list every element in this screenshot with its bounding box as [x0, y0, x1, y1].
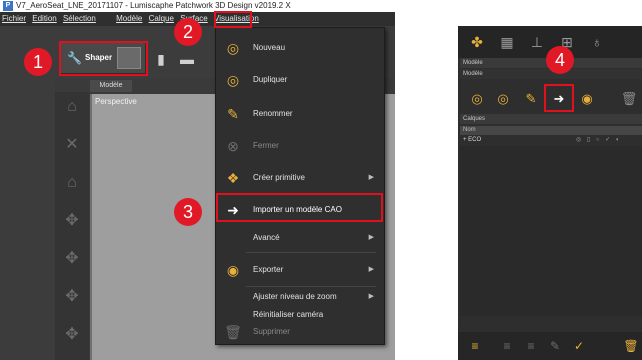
menu-modele[interactable]: Modèle: [114, 12, 144, 26]
menu-item-label: Exporter: [253, 265, 284, 274]
menu-calque[interactable]: Calque: [147, 12, 176, 26]
layer-flags: ◎ ▯ ○ ✓ ◐: [576, 137, 622, 143]
menu-fichier[interactable]: Fichier: [0, 12, 28, 26]
left-margin-panel: [0, 78, 55, 360]
submenu-arrow-icon: ▶: [368, 266, 374, 273]
modele-dropdown-menu: ◎ Nouveau ◎ Dupliquer ✎ Renommer ⊗ Ferme…: [215, 27, 385, 345]
layers-column-header[interactable]: Nom: [460, 126, 642, 135]
menu-item-exporter[interactable]: ◉ Exporter ▶: [216, 256, 384, 284]
menu-item-renommer[interactable]: ✎ Renommer: [216, 100, 384, 128]
layers-list: [460, 146, 642, 316]
layers-section-label: Calques: [460, 114, 642, 124]
menu-item-label: Dupliquer: [253, 75, 288, 84]
menu-separator: [246, 252, 376, 253]
shaper-mode-toggle[interactable]: [117, 47, 141, 69]
new-model-icon: ◎: [226, 40, 240, 56]
tool-icon-6[interactable]: ✥: [61, 286, 83, 308]
wrench-icon: 🔧: [67, 51, 82, 65]
tool-icon-2[interactable]: ✕: [61, 134, 83, 156]
step-badge-1: 1: [24, 48, 52, 76]
menu-item-supprimer: 🗑 Supprimer: [216, 318, 384, 346]
step-badge-4: 4: [546, 46, 574, 74]
tab-axis-icon[interactable]: ⊥: [524, 30, 550, 54]
menu-selection[interactable]: Sélection: [61, 12, 98, 26]
menu-visualisation[interactable]: Visualisation: [212, 12, 261, 26]
add-layer-icon[interactable]: ≡: [466, 338, 484, 354]
menu-item-label: Fermer: [253, 141, 279, 150]
new-model-icon[interactable]: ◎: [466, 90, 488, 108]
submenu-arrow-icon: ▶: [368, 174, 374, 181]
tab-grid-icon[interactable]: ▦: [494, 30, 520, 54]
tool-icon-1[interactable]: ⌂: [61, 96, 83, 118]
menu-item-fermer: ⊗ Fermer: [216, 132, 384, 160]
viewport-label: Perspective: [95, 97, 137, 106]
menu-item-label: Supprimer: [253, 327, 290, 336]
tool-icon-4[interactable]: ✥: [61, 210, 83, 232]
rename-model-icon[interactable]: ✎: [520, 90, 542, 108]
menu-item-importer-cao[interactable]: ➜ Importer un modèle CAO: [216, 196, 384, 224]
shaper-label: Shaper: [85, 53, 113, 62]
tab-modele[interactable]: Modèle: [90, 80, 132, 92]
tool-icon-5[interactable]: ✥: [61, 248, 83, 270]
import-cad-icon: ➜: [227, 202, 239, 218]
layer-row[interactable]: + ECO ◎ ▯ ○ ✓ ◐: [460, 136, 642, 145]
layers-toolbar: ≡ ≡ ≡ ✎ ✓ 🗑: [458, 332, 642, 360]
application-window: P V7_AeroSeat_LNE_20171107 - Lumiscaphe …: [0, 0, 395, 360]
menu-item-ajuster-zoom[interactable]: Ajuster niveau de zoom ▶: [216, 286, 384, 308]
duplicate-icon: ◎: [226, 72, 240, 88]
app-icon: P: [3, 1, 13, 11]
menu-item-label: Créer primitive: [253, 173, 306, 182]
menu-item-creer-primitive[interactable]: ❖ Créer primitive ▶: [216, 164, 384, 192]
model-panel: ✤ ▦ ⊥ ⊞ ♁ Modèle Modèle ◎ ◎ ✎ ➜ ◉ 🗑 Calq…: [458, 26, 642, 360]
new-document-icon[interactable]: ▮: [152, 50, 170, 68]
submenu-arrow-icon: ▶: [368, 234, 374, 241]
menu-item-dupliquer[interactable]: ◎ Dupliquer: [216, 66, 384, 94]
layer-name: + ECO: [463, 137, 482, 143]
rename-icon: ✎: [227, 106, 239, 122]
menu-item-label: Ajuster niveau de zoom: [253, 292, 337, 301]
step-badge-2: 2: [174, 18, 202, 46]
open-folder-icon[interactable]: ▬: [178, 50, 196, 68]
delete-layer-icon[interactable]: 🗑: [622, 338, 640, 354]
tool-icon-7[interactable]: ✥: [61, 324, 83, 346]
menu-item-label: Renommer: [253, 109, 293, 118]
menu-item-label: Avancé: [253, 233, 280, 242]
close-icon: ⊗: [227, 138, 239, 154]
window-title: V7_AeroSeat_LNE_20171107 - Lumiscaphe Pa…: [16, 1, 291, 10]
delete-model-icon[interactable]: 🗑: [618, 90, 640, 108]
shaper-button[interactable]: 🔧 Shaper: [60, 42, 146, 74]
tool-strip: ⌂ ✕ ⌂ ✥ ✥ ✥ ✥: [55, 92, 89, 360]
layer-tool-icon-2[interactable]: ≡: [498, 338, 516, 354]
title-bar: P V7_AeroSeat_LNE_20171107 - Lumiscaphe …: [0, 0, 395, 12]
menu-edition[interactable]: Edition: [30, 12, 58, 26]
tool-icon-3[interactable]: ⌂: [61, 172, 83, 194]
import-cad-icon[interactable]: ➜: [548, 90, 570, 108]
menu-item-avance[interactable]: Avancé ▶: [216, 224, 384, 252]
tab-light-icon[interactable]: ♁: [584, 30, 610, 54]
menu-item-label: Nouveau: [253, 43, 286, 52]
menu-item-nouveau[interactable]: ◎ Nouveau: [216, 34, 384, 62]
primitive-icon: ❖: [226, 170, 240, 186]
layer-check-icon[interactable]: ✓: [570, 338, 588, 354]
duplicate-model-icon[interactable]: ◎: [492, 90, 514, 108]
export-model-icon[interactable]: ◉: [576, 90, 598, 108]
layer-tool-icon-4[interactable]: ✎: [546, 338, 564, 354]
menu-item-label: Importer un modèle CAO: [253, 205, 342, 214]
tab-shapes-icon[interactable]: ✤: [464, 30, 490, 54]
export-icon: ◉: [226, 262, 240, 278]
submenu-arrow-icon: ▶: [368, 293, 374, 300]
layer-tool-icon-3[interactable]: ≡: [522, 338, 540, 354]
step-badge-3: 3: [174, 198, 202, 226]
model-actions-toolbar: ◎ ◎ ✎ ➜ ◉ 🗑: [458, 84, 642, 114]
delete-icon: 🗑: [224, 324, 242, 340]
